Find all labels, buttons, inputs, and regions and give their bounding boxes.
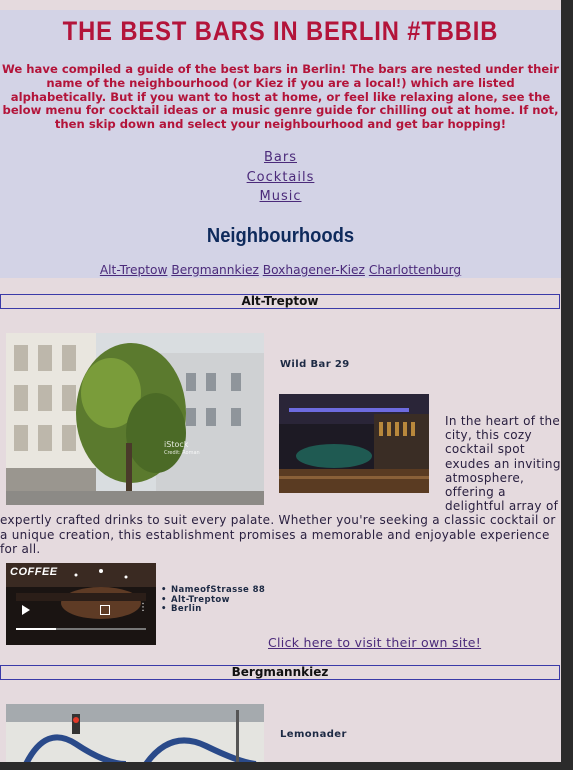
bar-address-list: NameofStrasse 88 Alt-Treptow Berlin <box>161 585 265 615</box>
menu-link-bars[interactable]: Bars <box>0 150 561 165</box>
menu-link-music[interactable]: Music <box>0 189 561 204</box>
visit-site-link[interactable]: Click here to visit their own site! <box>268 635 481 650</box>
neighbourhood-links: Alt-Treptow Bergmannkiez Boxhagener-Kiez… <box>0 263 561 277</box>
hood-link-alt-treptow[interactable]: Alt-Treptow <box>100 263 168 277</box>
address-city: Berlin <box>161 604 265 615</box>
fullscreen-icon[interactable] <box>100 605 110 615</box>
menu-link-cocktails[interactable]: Cocktails <box>0 170 561 185</box>
neighbourhoods-heading: Neighbourhoods <box>206 225 355 247</box>
bar-description: In the heart of the city, this cozy cock… <box>0 414 561 556</box>
hood-link-charlottenburg[interactable]: Charlottenburg <box>369 263 461 277</box>
intro-text: We have compiled a guide of the best bar… <box>2 62 559 132</box>
bottom-edge <box>0 762 573 770</box>
page: THE BEST BARS IN BERLIN #TBBIB We have c… <box>0 0 561 770</box>
bar-name-bergmannkiez: Lemonader <box>280 729 347 740</box>
bar-name: Wild Bar 29 <box>280 359 350 370</box>
video-overlay-text: COFFEE <box>10 566 58 578</box>
hero-header: THE BEST BARS IN BERLIN #TBBIB We have c… <box>0 10 561 278</box>
section-heading-bergmannkiez: Bergmannkiez <box>0 665 560 680</box>
section-heading-alt-treptow: Alt-Treptow <box>0 294 560 309</box>
hood-link-boxhagener-kiez[interactable]: Boxhagener-Kiez <box>263 263 365 277</box>
bar-video[interactable]: COFFEE ⋮ <box>6 563 156 645</box>
page-title: THE BEST BARS IN BERLIN #TBBIB <box>62 16 499 46</box>
more-options-icon[interactable]: ⋮ <box>138 603 148 613</box>
hood-link-bergmannkiez[interactable]: Bergmannkiez <box>171 263 259 277</box>
scrollbar[interactable] <box>561 0 573 770</box>
wall-art-photo <box>6 704 264 764</box>
play-icon[interactable] <box>18 602 32 616</box>
